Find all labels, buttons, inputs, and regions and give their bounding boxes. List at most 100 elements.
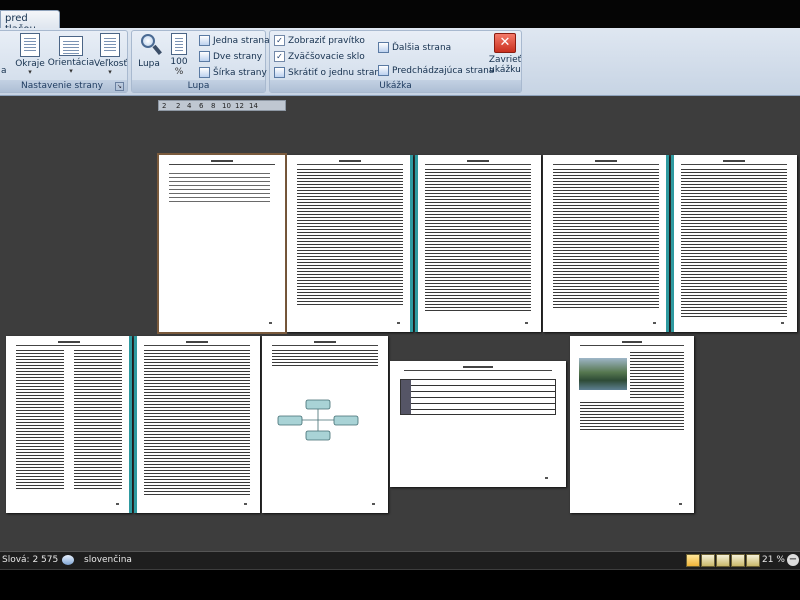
page-width-button[interactable]: Šírka strany [199,65,267,80]
text-lines [425,169,531,311]
page-header [297,160,403,165]
group-label-zoom: Lupa [132,80,265,92]
magnifier-checkbox[interactable]: ✓ Zväčšovacie sklo [274,49,365,64]
ruler-tick: 4 [187,102,192,110]
ruler[interactable]: 2 2 4 6 8 10 12 14 [158,100,286,111]
ruler-tick: 10 [222,102,231,110]
close-preview-button[interactable]: ✕ Zavrieť ukážku [488,33,522,75]
close-label-1: Zavrieť [488,55,522,65]
group-preview: ✓ Zobraziť pravítko ✓ Zväčšovacie sklo S… [269,30,522,93]
page-number [372,503,376,505]
prev-page-icon [378,65,389,76]
preview-page-6[interactable] [6,336,132,513]
close-label-2: ukážku [489,65,521,75]
size-button[interactable]: Veľkosť ▾ [94,33,127,76]
ruler-tick: 8 [211,102,216,110]
shrink-label: Skrátiť o jednu stranu [288,67,386,78]
shrink-one-page-button[interactable]: Skrátiť o jednu stranu [274,65,386,80]
accent-bar [410,155,413,332]
page-header [16,341,122,346]
word-count[interactable]: Slová: 2 575 [2,555,58,565]
page-number [678,503,682,505]
text-lines [553,169,659,309]
preview-page-4[interactable] [543,155,669,332]
preview-page-3[interactable] [415,155,541,332]
text-lines [579,402,685,430]
preview-page-9[interactable] [390,361,566,487]
orientation-icon [59,36,83,56]
preview-page-10[interactable] [570,336,694,513]
accent-bar [134,336,137,513]
page-header [553,160,659,165]
preview-page-2[interactable] [287,155,413,332]
accent-bar [666,155,669,332]
ruler-tick: 12 [235,102,244,110]
zoom-label: Lupa [138,59,160,69]
bottom-strip [0,570,800,600]
next-page-button[interactable]: Ďalšia strana [378,40,451,55]
two-pages-icon [199,51,210,62]
chevron-down-icon: ▾ [108,68,112,76]
page-number [653,322,657,324]
page-header [169,160,275,165]
prev-page-label: Predchádzajúca strana [392,65,495,76]
page-width-label: Šírka strany [213,67,267,78]
page-number [545,477,549,479]
data-table [400,379,556,415]
close-icon: ✕ [494,33,516,53]
two-pages-button[interactable]: Dve strany [199,49,262,64]
page-header [404,366,552,371]
ruler-tick: 14 [249,102,258,110]
margins-button[interactable]: Okraje ▾ [15,33,45,76]
page-number [781,322,785,324]
magnifier-label: Zväčšovacie sklo [288,51,365,62]
size-icon [100,33,120,57]
draft-view-icon[interactable] [746,554,760,567]
accent-bar [671,155,674,332]
orientation-button[interactable]: Orientácia ▾ [47,33,95,75]
ruler-tick: 2 [176,102,181,110]
check-icon: ✓ [274,51,285,62]
language[interactable]: slovenčina [84,555,132,565]
page-number [269,322,273,324]
text-column [74,350,122,490]
cut-label: a [1,65,7,76]
landscape-photo [579,358,627,390]
preview-page-5[interactable] [671,155,797,332]
group-zoom: Lupa 100 % Jedna strana Dve strany Šírka… [131,30,270,93]
page-number [525,322,529,324]
zoom-level[interactable]: 21 % [762,555,785,565]
text-lines [681,169,787,317]
zoom-100-unit: % [174,67,184,77]
dialog-launcher-icon[interactable]: ↘ [115,82,124,91]
prev-page-button[interactable]: Predchádzajúca strana [378,63,494,78]
preview-page-7[interactable] [134,336,260,513]
page-icon [171,33,187,55]
full-screen-view-icon[interactable] [701,554,715,567]
text-lines [144,350,250,495]
page-header [144,341,250,346]
page-header [681,160,787,165]
preview-page-1[interactable] [157,153,287,334]
zoom-button[interactable]: Lupa [135,33,163,69]
language-icon[interactable] [62,555,74,565]
magnifier-icon [140,33,162,57]
page-number [116,503,120,505]
group-label-page-setup: Nastavenie strany [0,80,127,92]
title-strip [0,0,800,28]
web-layout-view-icon[interactable] [716,554,730,567]
outline-view-icon[interactable] [731,554,745,567]
zoom-100-button[interactable]: 100 % [166,33,192,77]
preview-page-8[interactable] [262,336,388,513]
show-ruler-label: Zobraziť pravítko [288,35,365,46]
ruler-tick: 2 [162,102,167,110]
zoom-100-value: 100 [170,57,188,67]
tab-print-preview[interactable]: pred tlačou [0,10,60,35]
one-page-button[interactable]: Jedna strana [199,33,270,48]
zoom-out-icon[interactable]: − [787,554,799,566]
show-ruler-checkbox[interactable]: ✓ Zobraziť pravítko [274,33,365,48]
print-layout-view-icon[interactable] [686,554,700,567]
text-lines [630,352,685,400]
chevron-down-icon: ▾ [28,68,32,76]
page-width-icon [199,67,210,78]
